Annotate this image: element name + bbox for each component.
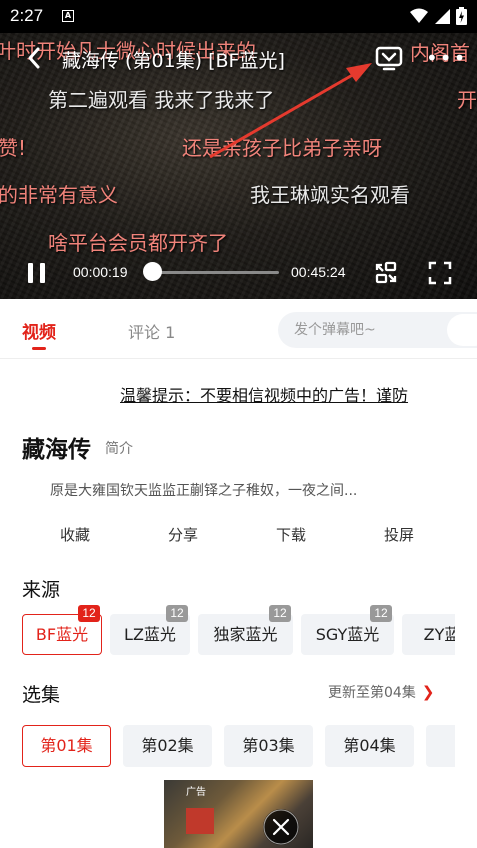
episode-chip[interactable]: 第03集 bbox=[224, 725, 313, 767]
ad-label: 广告 bbox=[186, 787, 206, 798]
danmaku-item: 赞! bbox=[0, 136, 27, 160]
episode-chip[interactable]: 第01集 bbox=[22, 725, 111, 767]
player-controls: 00:00:19 00:45:24 bbox=[0, 256, 477, 290]
current-time: 00:00:19 bbox=[73, 264, 128, 280]
source-chip[interactable]: ZY蓝 bbox=[402, 614, 455, 655]
system-icons bbox=[410, 7, 467, 25]
download-button[interactable]: 下载 bbox=[276, 524, 306, 545]
danmaku-item: 的非常有意义 bbox=[0, 183, 118, 207]
wifi-icon bbox=[410, 8, 428, 23]
episode-chip[interactable]: 第02集 bbox=[123, 725, 212, 767]
danmaku-item: 第二遍观看 我来了我来了 bbox=[48, 88, 275, 112]
episodes-update-link[interactable]: 更新至第04集 ❯ bbox=[328, 682, 434, 702]
more-dots-icon[interactable]: ••• bbox=[426, 48, 467, 68]
cast-screen-button[interactable]: 投屏 bbox=[384, 524, 414, 545]
cast-icon[interactable] bbox=[374, 44, 404, 72]
danmaku-input[interactable]: 发个弹幕吧~ bbox=[278, 312, 477, 348]
signal-icon bbox=[435, 9, 450, 24]
tab-comments[interactable]: 评论 1 bbox=[128, 319, 175, 343]
danmaku-item: 开 bbox=[457, 88, 477, 112]
tab-underline bbox=[32, 347, 46, 350]
fullscreen-icon[interactable] bbox=[427, 260, 453, 286]
tab-video-label: 视频 bbox=[22, 323, 56, 343]
episode-chip[interactable]: 第04集 bbox=[325, 725, 414, 767]
back-arrow-icon[interactable] bbox=[22, 45, 48, 71]
total-time: 00:45:24 bbox=[291, 264, 346, 280]
ad-banner[interactable]: 广告 bbox=[164, 780, 313, 848]
episode-list[interactable]: 第01集 第02集 第03集 第04集 第 bbox=[22, 725, 455, 767]
ad-image-detail bbox=[186, 808, 214, 834]
source-label: 独家蓝光 bbox=[213, 625, 278, 644]
danmaku-item: 啥平台会员都开齐了 bbox=[48, 231, 228, 255]
battery-icon bbox=[456, 7, 467, 25]
progress-thumb[interactable] bbox=[143, 262, 162, 281]
notification-icon: A bbox=[62, 10, 74, 22]
source-count-badge: 12 bbox=[370, 605, 392, 622]
synopsis[interactable]: 原是大雍国钦天监监正蒯铎之子稚奴，一夜之间... bbox=[50, 480, 430, 500]
video-title: 藏海传 (第01集) [BF蓝光] bbox=[62, 50, 285, 72]
source-label: LZ蓝光 bbox=[124, 625, 176, 644]
sources-title: 来源 bbox=[22, 579, 61, 601]
source-count-badge: 12 bbox=[269, 605, 291, 622]
progress-track[interactable] bbox=[152, 271, 279, 274]
status-time: 2:27 bbox=[10, 6, 44, 25]
source-count-badge: 12 bbox=[166, 605, 188, 622]
status-bar: 2:27 A bbox=[0, 0, 477, 33]
favorite-button[interactable]: 收藏 bbox=[60, 524, 90, 545]
episodes-title: 选集 bbox=[22, 684, 61, 706]
source-count-badge: 12 bbox=[78, 605, 100, 622]
source-label: BF蓝光 bbox=[35, 625, 89, 644]
chevron-right-icon: ❯ bbox=[421, 683, 435, 701]
episode-chip[interactable]: 第 bbox=[426, 725, 455, 767]
notice-marquee: 温馨提示：不要相信视频中的广告！谨防 bbox=[120, 386, 409, 405]
close-icon[interactable] bbox=[263, 809, 299, 845]
video-player[interactable]: 叶时开始凡士微心时候出来的 内阁首 第二遍观看 我来了我来了 开 赞! 还是亲孩… bbox=[0, 33, 477, 299]
tab-video[interactable]: 视频 bbox=[22, 318, 56, 350]
danmaku-item: 我王琳飒实名观看 bbox=[250, 183, 410, 207]
swap-icon[interactable] bbox=[373, 260, 399, 286]
danmaku-placeholder: 发个弹幕吧~ bbox=[294, 322, 376, 338]
action-row: 收藏 分享 下载 投屏 bbox=[0, 524, 477, 546]
intro-link[interactable]: 简介 bbox=[105, 438, 133, 458]
danmaku-item: 还是亲孩子比弟子亲呀 bbox=[182, 136, 382, 160]
update-text: 更新至第04集 bbox=[328, 685, 416, 701]
source-label: SGY蓝光 bbox=[315, 625, 380, 644]
drama-title: 藏海传 bbox=[22, 437, 91, 463]
danmaku-send-button[interactable] bbox=[447, 314, 477, 346]
tab-bar: 视频 评论 1 发个弹幕吧~ bbox=[0, 299, 477, 359]
pause-icon[interactable] bbox=[26, 261, 48, 285]
source-label: ZY蓝 bbox=[423, 625, 455, 644]
share-button[interactable]: 分享 bbox=[168, 524, 198, 545]
